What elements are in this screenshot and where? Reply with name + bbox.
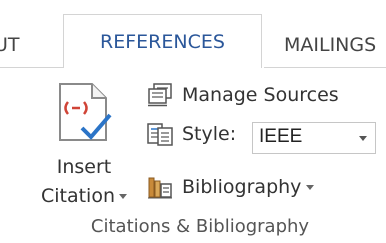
- chevron-down-icon: [359, 136, 367, 141]
- style-label: Style:: [182, 123, 237, 145]
- style-control: Style:: [147, 119, 255, 149]
- ribbon-tab-bar: UT REFERENCES MAILINGS: [0, 0, 386, 68]
- manage-sources-label: Manage Sources: [182, 84, 339, 106]
- manage-sources-icon: [148, 83, 172, 107]
- manage-sources-button[interactable]: Manage Sources: [147, 80, 369, 110]
- insert-citation-label-line1: Insert: [56, 156, 112, 178]
- chevron-down-icon: [119, 194, 128, 199]
- tab-layout[interactable]: UT: [0, 22, 34, 68]
- tab-label: MAILINGS: [284, 34, 377, 56]
- ribbon-panel: Insert Citation Manage Sources Style: IE…: [0, 68, 386, 243]
- word-ribbon: UT REFERENCES MAILINGS Insert Citation M…: [0, 0, 386, 243]
- tab-references[interactable]: REFERENCES: [63, 14, 262, 68]
- style-dropdown[interactable]: IEEE: [252, 122, 376, 154]
- bibliography-button[interactable]: Bibliography: [147, 172, 342, 202]
- insert-citation-button[interactable]: Insert Citation: [28, 76, 140, 224]
- style-dropdown-value: IEEE: [259, 126, 303, 147]
- tab-label: REFERENCES: [100, 31, 225, 53]
- insert-citation-label-line2: Citation: [28, 185, 140, 207]
- bibliography-label: Bibliography: [182, 176, 302, 198]
- document-citation-check-icon: [59, 83, 112, 141]
- style-icon: [147, 123, 173, 146]
- bibliography-icon: [148, 177, 172, 199]
- tab-mailings[interactable]: MAILINGS: [284, 22, 386, 68]
- group-label: Citations & Bibliography: [90, 216, 310, 237]
- chevron-down-icon: [306, 185, 315, 190]
- bibliography-label-wrap: Bibliography: [182, 175, 315, 199]
- tab-label: UT: [0, 34, 20, 56]
